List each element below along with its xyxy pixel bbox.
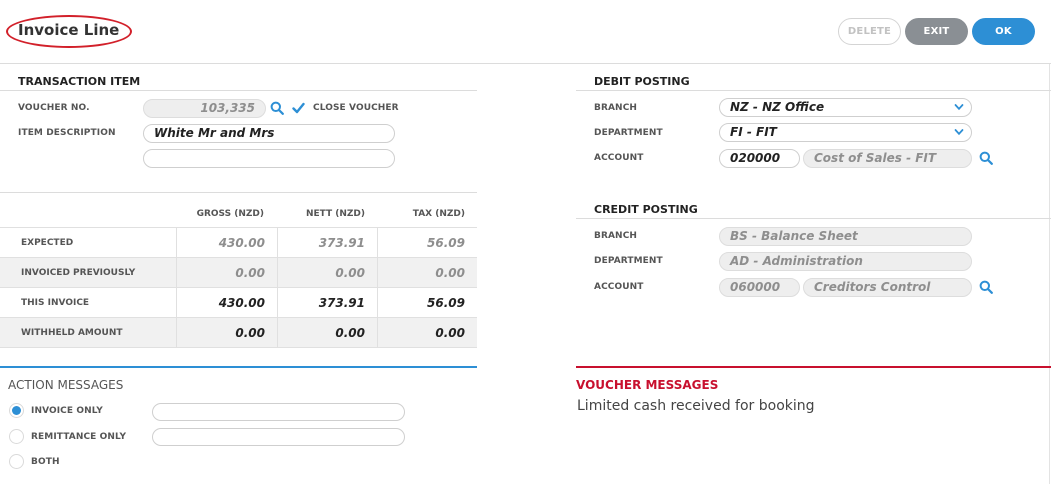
invoiced-previously-tax: 0.00 xyxy=(377,258,477,288)
row-label-invoiced-previously: INVOICED PREVIOUSLY xyxy=(21,268,136,278)
search-icon[interactable] xyxy=(270,101,284,115)
column-header-tax: TAX (NZD) xyxy=(412,209,465,219)
chevron-down-icon xyxy=(954,104,964,111)
expected-gross: 430.00 xyxy=(176,228,277,258)
chevron-down-icon xyxy=(954,129,964,136)
withheld-gross[interactable]: 0.00 xyxy=(176,318,277,348)
voucher-messages-heading: VOUCHER MESSAGES xyxy=(576,378,719,392)
credit-account-name-field: Creditors Control xyxy=(803,278,972,297)
table-row: EXPECTED 430.00 373.91 56.09 xyxy=(0,227,477,258)
both-radio[interactable] xyxy=(9,454,24,469)
debit-branch-value: NZ - NZ Office xyxy=(730,100,825,114)
debit-department-value: FI - FIT xyxy=(730,125,777,139)
this-invoice-gross[interactable]: 430.00 xyxy=(176,288,277,318)
ok-button[interactable]: OK xyxy=(972,18,1035,45)
invoiced-previously-nett: 0.00 xyxy=(277,258,377,288)
page-title: Invoice Line xyxy=(18,21,120,39)
search-icon[interactable] xyxy=(979,280,993,294)
voucher-no-label: VOUCHER NO. xyxy=(18,103,90,113)
item-description-field[interactable]: White Mr and Mrs xyxy=(143,124,395,143)
header-divider xyxy=(0,63,1051,64)
withheld-nett[interactable]: 0.00 xyxy=(277,318,377,348)
voucher-no-field[interactable]: 103,335 xyxy=(143,99,266,118)
credit-divider xyxy=(576,218,1051,219)
search-icon[interactable] xyxy=(979,151,993,165)
debit-department-label: DEPARTMENT xyxy=(594,128,663,138)
credit-department-field: AD - Administration xyxy=(719,252,972,271)
debit-account-code-field[interactable]: 020000 xyxy=(719,149,800,168)
column-header-gross: GROSS (NZD) xyxy=(196,209,264,219)
voucher-messages-accent-line xyxy=(576,366,1051,368)
credit-account-label: ACCOUNT xyxy=(594,282,644,292)
row-label-withheld-amount: WITHHELD AMOUNT xyxy=(21,328,123,338)
credit-department-label: DEPARTMENT xyxy=(594,256,663,266)
both-label: BOTH xyxy=(31,457,60,467)
credit-branch-label: BRANCH xyxy=(594,231,638,241)
transaction-divider xyxy=(0,90,477,91)
column-header-nett: NETT (NZD) xyxy=(305,209,365,219)
debit-divider xyxy=(576,90,1051,91)
debit-heading: DEBIT POSTING xyxy=(594,75,690,88)
invoice-only-radio[interactable] xyxy=(9,403,24,418)
transaction-heading: TRANSACTION ITEM xyxy=(18,75,141,88)
this-invoice-nett[interactable]: 373.91 xyxy=(277,288,377,318)
voucher-message-text: Limited cash received for booking xyxy=(577,398,815,414)
table-row: WITHHELD AMOUNT 0.00 0.00 0.00 xyxy=(0,317,477,348)
debit-branch-select[interactable]: NZ - NZ Office xyxy=(719,98,972,117)
item-description-line2-field[interactable] xyxy=(143,149,395,168)
panel-edge xyxy=(1049,64,1050,484)
action-messages-heading: ACTION MESSAGES xyxy=(8,378,124,392)
table-row: THIS INVOICE 430.00 373.91 56.09 xyxy=(0,287,477,318)
credit-branch-field: BS - Balance Sheet xyxy=(719,227,972,246)
remittance-only-radio[interactable] xyxy=(9,429,24,444)
exit-button[interactable]: EXIT xyxy=(905,18,968,45)
table-row: INVOICED PREVIOUSLY 0.00 0.00 0.00 xyxy=(0,257,477,288)
table-bottom-divider xyxy=(0,347,477,348)
row-label-expected: EXPECTED xyxy=(21,238,74,248)
expected-nett: 373.91 xyxy=(277,228,377,258)
check-icon[interactable] xyxy=(292,102,305,114)
credit-heading: CREDIT POSTING xyxy=(594,203,698,216)
remittance-only-message-field[interactable] xyxy=(152,428,405,446)
remittance-only-label: REMITTANCE ONLY xyxy=(31,432,127,442)
this-invoice-tax[interactable]: 56.09 xyxy=(377,288,477,318)
invoiced-previously-gross: 0.00 xyxy=(176,258,277,288)
debit-department-select[interactable]: FI - FIT xyxy=(719,123,972,142)
invoice-only-message-field[interactable] xyxy=(152,403,405,421)
row-label-this-invoice: THIS INVOICE xyxy=(21,298,90,308)
delete-button[interactable]: DELETE xyxy=(838,18,901,45)
table-divider xyxy=(0,192,477,193)
credit-account-code-field: 060000 xyxy=(719,278,800,297)
action-messages-accent-line xyxy=(0,366,477,368)
expected-tax: 56.09 xyxy=(377,228,477,258)
debit-account-label: ACCOUNT xyxy=(594,153,644,163)
withheld-tax[interactable]: 0.00 xyxy=(377,318,477,348)
invoice-only-label: INVOICE ONLY xyxy=(31,406,103,416)
item-description-label: ITEM DESCRIPTION xyxy=(18,128,116,138)
debit-branch-label: BRANCH xyxy=(594,103,638,113)
debit-account-name-field: Cost of Sales - FIT xyxy=(803,149,972,168)
close-voucher-label: CLOSE VOUCHER xyxy=(313,103,399,113)
